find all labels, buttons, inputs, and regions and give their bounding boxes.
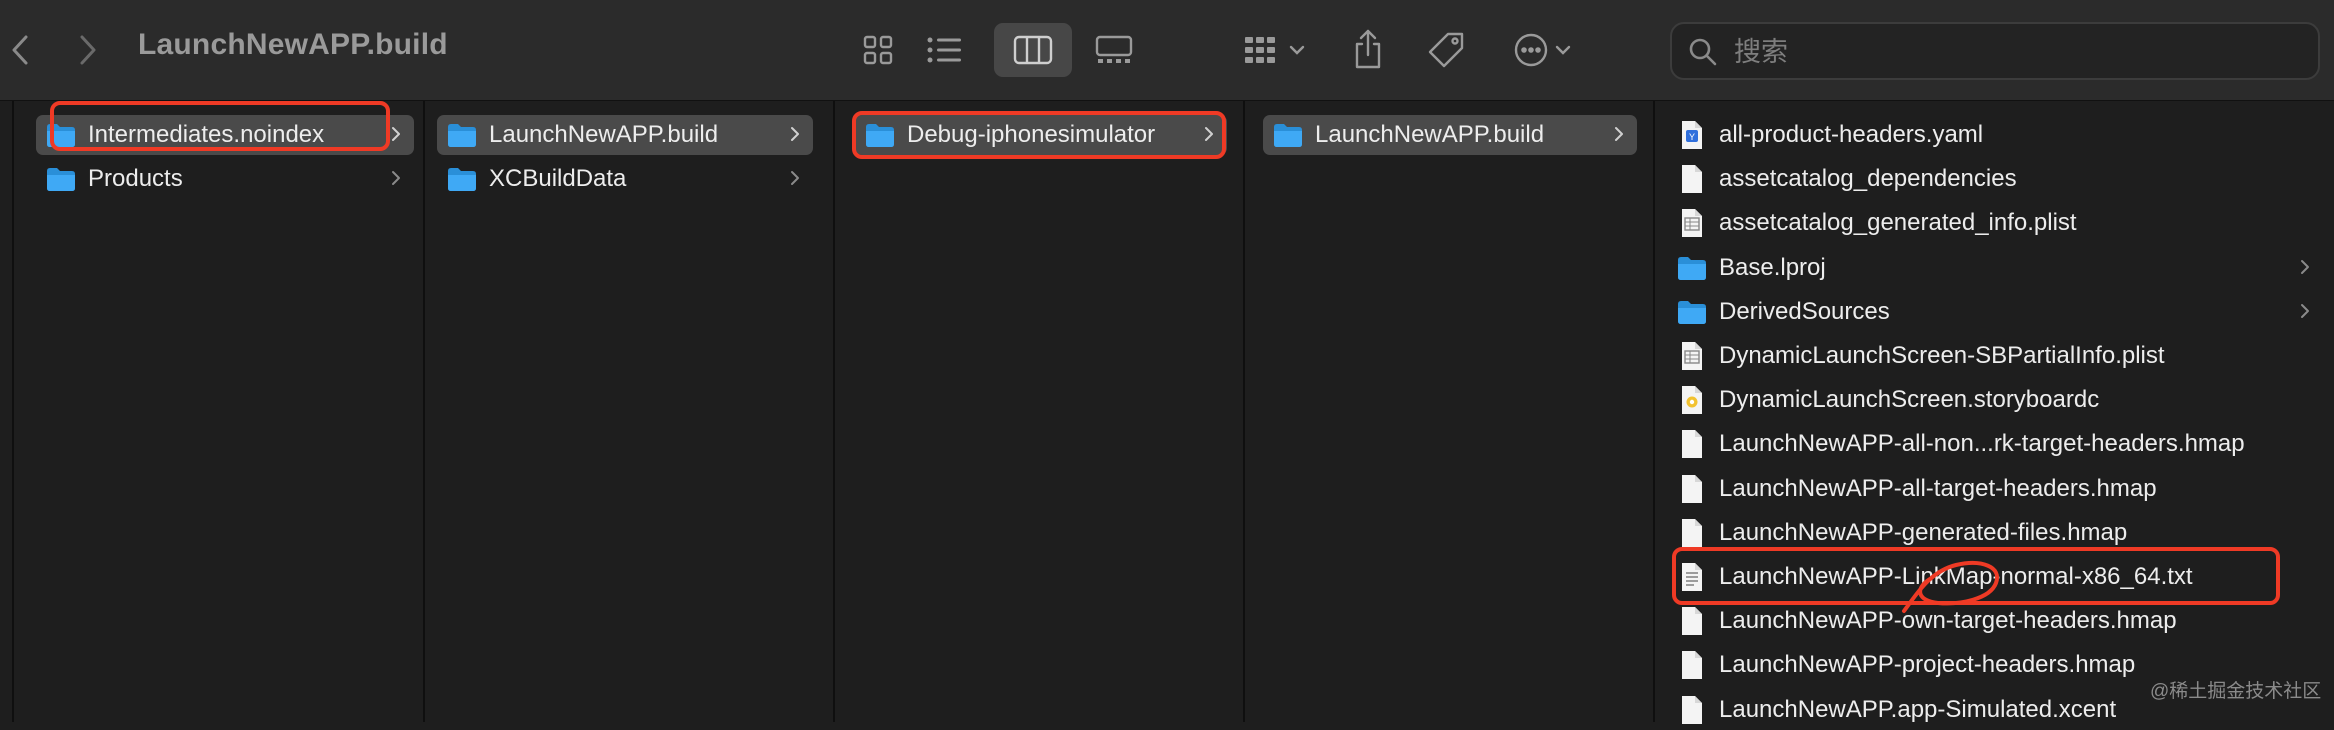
item-label: Base.lproj xyxy=(1719,253,1826,281)
item-label: LaunchNewAPP-all-target-headers.hmap xyxy=(1719,474,2157,502)
folder-item[interactable]: LaunchNewAPP.build xyxy=(437,115,813,155)
folder-icon xyxy=(46,166,76,192)
chevron-right-icon xyxy=(2299,300,2313,324)
forward-button[interactable] xyxy=(68,22,108,78)
item-label: LaunchNewAPP.build xyxy=(489,121,719,148)
chevron-right-icon xyxy=(2299,256,2313,280)
file-item[interactable]: assetcatalog_generated_info.plist xyxy=(1665,203,2319,243)
column-previous-edge xyxy=(0,101,14,722)
group-by-button[interactable] xyxy=(1236,28,1312,72)
chevron-right-icon xyxy=(1613,123,1627,147)
document-icon xyxy=(1677,385,1707,415)
document-icon: Y xyxy=(1677,120,1707,150)
column-browser: Intermediates.noindex Products LaunchNewA… xyxy=(0,101,2334,725)
folder-item[interactable]: XCBuildData xyxy=(437,159,813,199)
document-icon xyxy=(1677,164,1707,194)
column-view-button[interactable] xyxy=(994,23,1072,77)
column-5: Yall-product-headers.yaml assetcatalog_de… xyxy=(1655,101,2334,725)
gallery-icon xyxy=(1095,35,1133,63)
folder-icon xyxy=(447,166,477,192)
view-mode-group xyxy=(850,23,1140,77)
chevron-right-icon xyxy=(789,123,803,147)
tags-button[interactable] xyxy=(1422,26,1470,74)
list-view-button[interactable] xyxy=(916,23,972,77)
more-icon xyxy=(1514,33,1548,67)
folder-icon xyxy=(1677,299,1707,325)
chevron-right-icon xyxy=(789,167,803,191)
search-icon xyxy=(1689,38,1717,66)
item-label: DerivedSources xyxy=(1719,297,1890,325)
action-menu-button[interactable] xyxy=(1506,28,1578,72)
finder-toolbar: LaunchNewAPP.build xyxy=(0,0,2334,101)
search-field[interactable] xyxy=(1670,22,2320,80)
file-item[interactable]: LaunchNewAPP-all-non...rk-target-headers… xyxy=(1665,424,2319,464)
file-item[interactable]: LaunchNewAPP-all-target-headers.hmap xyxy=(1665,469,2319,509)
item-label: all-product-headers.yaml xyxy=(1719,121,1984,148)
document-icon xyxy=(1677,429,1707,459)
item-label: LaunchNewAPP-all-non...rk-target-headers… xyxy=(1719,430,2245,458)
document-icon xyxy=(1677,650,1707,680)
svg-text:Y: Y xyxy=(1689,132,1695,142)
column-2: LaunchNewAPP.build XCBuildData xyxy=(425,101,835,722)
item-label: DynamicLaunchScreen.storyboardc xyxy=(1719,386,2100,414)
folder-item[interactable]: LaunchNewAPP.build xyxy=(1263,115,1637,155)
item-label: LaunchNewAPP.app-Simulated.xcent xyxy=(1719,695,2117,723)
group-icon xyxy=(1245,37,1275,63)
document-icon xyxy=(1677,606,1707,636)
item-label: LaunchNewAPP-project-headers.hmap xyxy=(1719,651,2136,679)
column-4: LaunchNewAPP.build xyxy=(1245,101,1655,722)
item-label: Products xyxy=(88,165,183,193)
folder-icon xyxy=(447,122,477,148)
item-label: LaunchNewAPP.build xyxy=(1315,121,1545,148)
back-button[interactable] xyxy=(0,22,40,78)
item-label: DynamicLaunchScreen-SBPartialInfo.plist xyxy=(1719,342,2165,369)
column-1: Intermediates.noindex Products xyxy=(14,101,425,722)
window-title: LaunchNewAPP.build xyxy=(138,28,448,61)
item-label: XCBuildData xyxy=(489,165,627,193)
item-label: assetcatalog_dependencies xyxy=(1719,165,2017,193)
gallery-view-button[interactable] xyxy=(1086,23,1142,77)
grid-icon xyxy=(863,35,893,65)
document-icon xyxy=(1677,208,1707,238)
chevron-right-icon xyxy=(80,35,96,65)
folder-icon xyxy=(1273,122,1303,148)
folder-icon xyxy=(1677,255,1707,281)
document-icon xyxy=(1677,341,1707,371)
document-icon xyxy=(1677,474,1707,504)
share-icon xyxy=(1355,29,1381,69)
item-label: LaunchNewAPP-generated-files.hmap xyxy=(1719,518,2128,546)
file-item[interactable]: assetcatalog_dependencies xyxy=(1665,159,2319,199)
chevron-down-icon xyxy=(1555,45,1571,55)
watermark: @稀土掘金技术社区 xyxy=(2150,681,2322,702)
item-label: assetcatalog_generated_info.plist xyxy=(1719,209,2077,237)
chevron-right-icon xyxy=(390,123,404,147)
chevron-left-icon xyxy=(12,35,28,65)
tag-icon xyxy=(1428,32,1464,68)
document-icon xyxy=(1677,518,1707,548)
search-input[interactable] xyxy=(1732,32,2296,72)
columns-icon xyxy=(1013,35,1053,65)
folder-item[interactable]: Base.lproj xyxy=(1665,248,2319,288)
annotation-highlight xyxy=(852,111,1226,159)
file-item[interactable]: DynamicLaunchScreen.storyboardc xyxy=(1665,380,2319,420)
list-icon xyxy=(927,37,961,63)
document-icon xyxy=(1677,695,1707,725)
chevron-down-icon xyxy=(1289,45,1305,55)
file-item[interactable]: Yall-product-headers.yaml xyxy=(1665,115,2319,155)
icon-view-button[interactable] xyxy=(850,23,906,77)
share-button[interactable] xyxy=(1346,24,1390,74)
folder-item[interactable]: Products xyxy=(36,159,414,199)
chevron-right-icon xyxy=(390,167,404,191)
annotation-highlight xyxy=(50,101,390,151)
annotation-scribble xyxy=(1902,561,2000,613)
folder-item[interactable]: DerivedSources xyxy=(1665,292,2319,332)
column-3: Debug-iphonesimulator xyxy=(835,101,1245,722)
file-item[interactable]: DynamicLaunchScreen-SBPartialInfo.plist xyxy=(1665,336,2319,376)
